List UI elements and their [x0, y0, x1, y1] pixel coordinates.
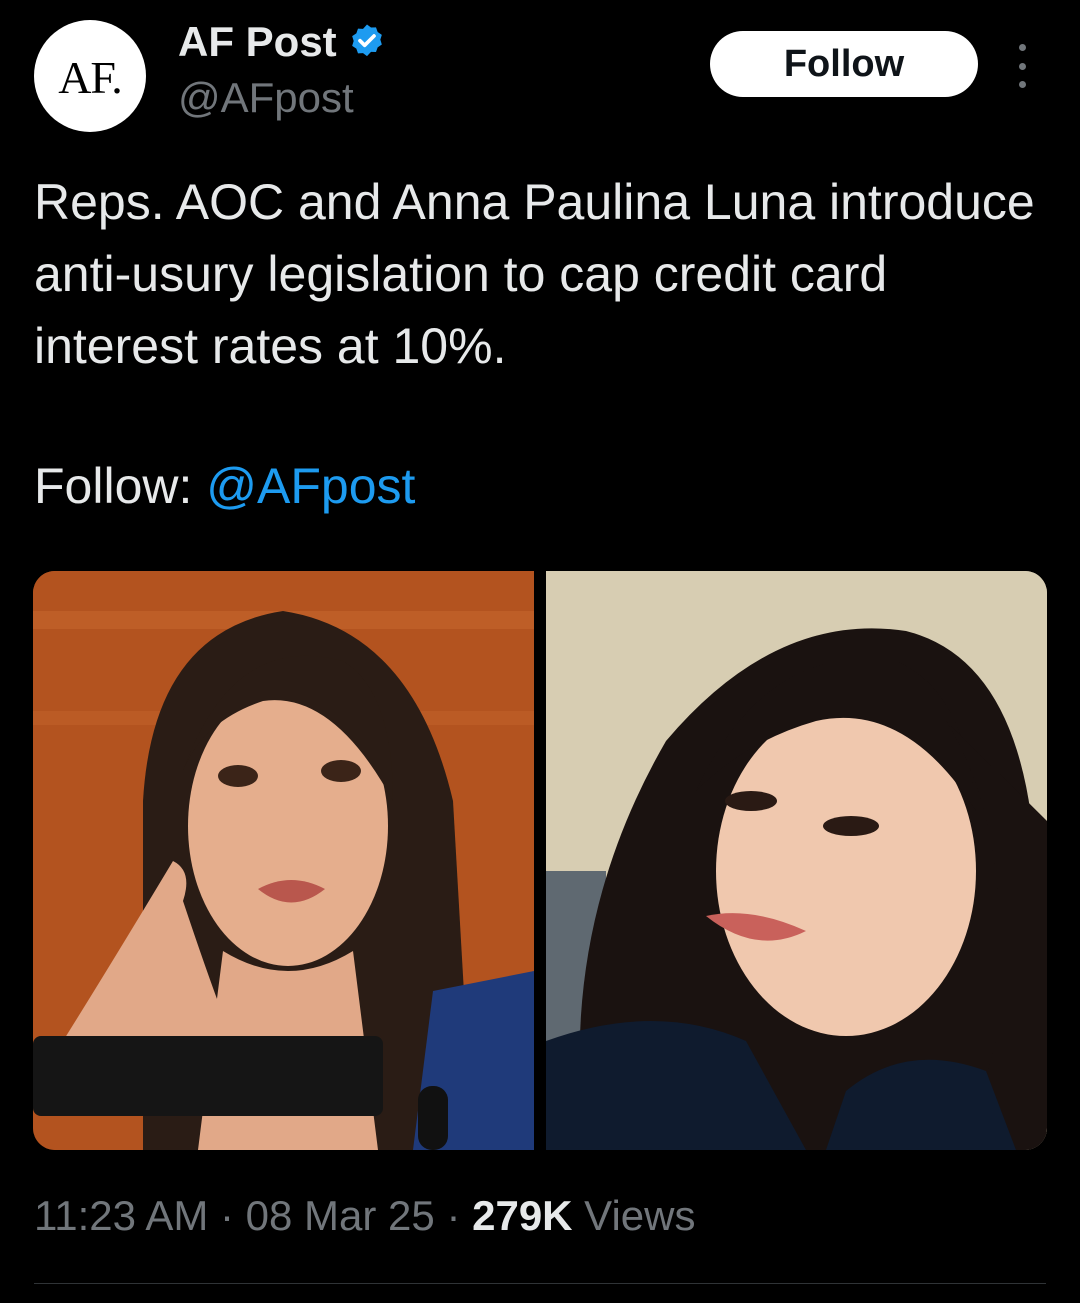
divider	[34, 1283, 1046, 1284]
dot	[1018, 62, 1026, 70]
tweet-follow-line: Follow: @AFpost	[34, 450, 415, 522]
mention-link[interactable]: @AFpost	[206, 458, 415, 514]
more-vertical-icon[interactable]	[1010, 44, 1034, 88]
tweet-meta: 11:23 AM · 08 Mar 25 · 279K Views	[34, 1192, 695, 1240]
views-count: 279K	[472, 1192, 573, 1239]
dot	[1018, 44, 1026, 51]
tweet-date[interactable]: 08 Mar 25	[246, 1192, 435, 1239]
meta-separator: ·	[208, 1192, 246, 1239]
views-label: Views	[572, 1192, 696, 1239]
tweet-text: Reps. AOC and Anna Paulina Luna introduc…	[34, 174, 1035, 374]
meta-separator: ·	[434, 1192, 473, 1239]
photo-left[interactable]	[33, 571, 534, 1150]
dot	[1018, 81, 1026, 88]
author-name-row[interactable]: AF Post	[178, 18, 387, 66]
verified-badge-icon	[351, 24, 382, 57]
author-name[interactable]: AF Post	[178, 18, 337, 66]
tweet-media[interactable]	[33, 571, 1047, 1150]
portrait-illustration-left	[33, 571, 534, 1150]
portrait-illustration-right	[546, 571, 1047, 1150]
avatar-logo-text: AF.	[58, 51, 123, 103]
author-handle[interactable]: @AFpost	[178, 74, 354, 122]
tweet-time[interactable]: 11:23 AM	[34, 1192, 208, 1239]
follow-prefix: Follow:	[34, 458, 193, 514]
follow-button[interactable]: Follow	[710, 31, 978, 97]
photo-right[interactable]	[546, 571, 1047, 1150]
author-avatar[interactable]: AF.	[34, 20, 146, 132]
